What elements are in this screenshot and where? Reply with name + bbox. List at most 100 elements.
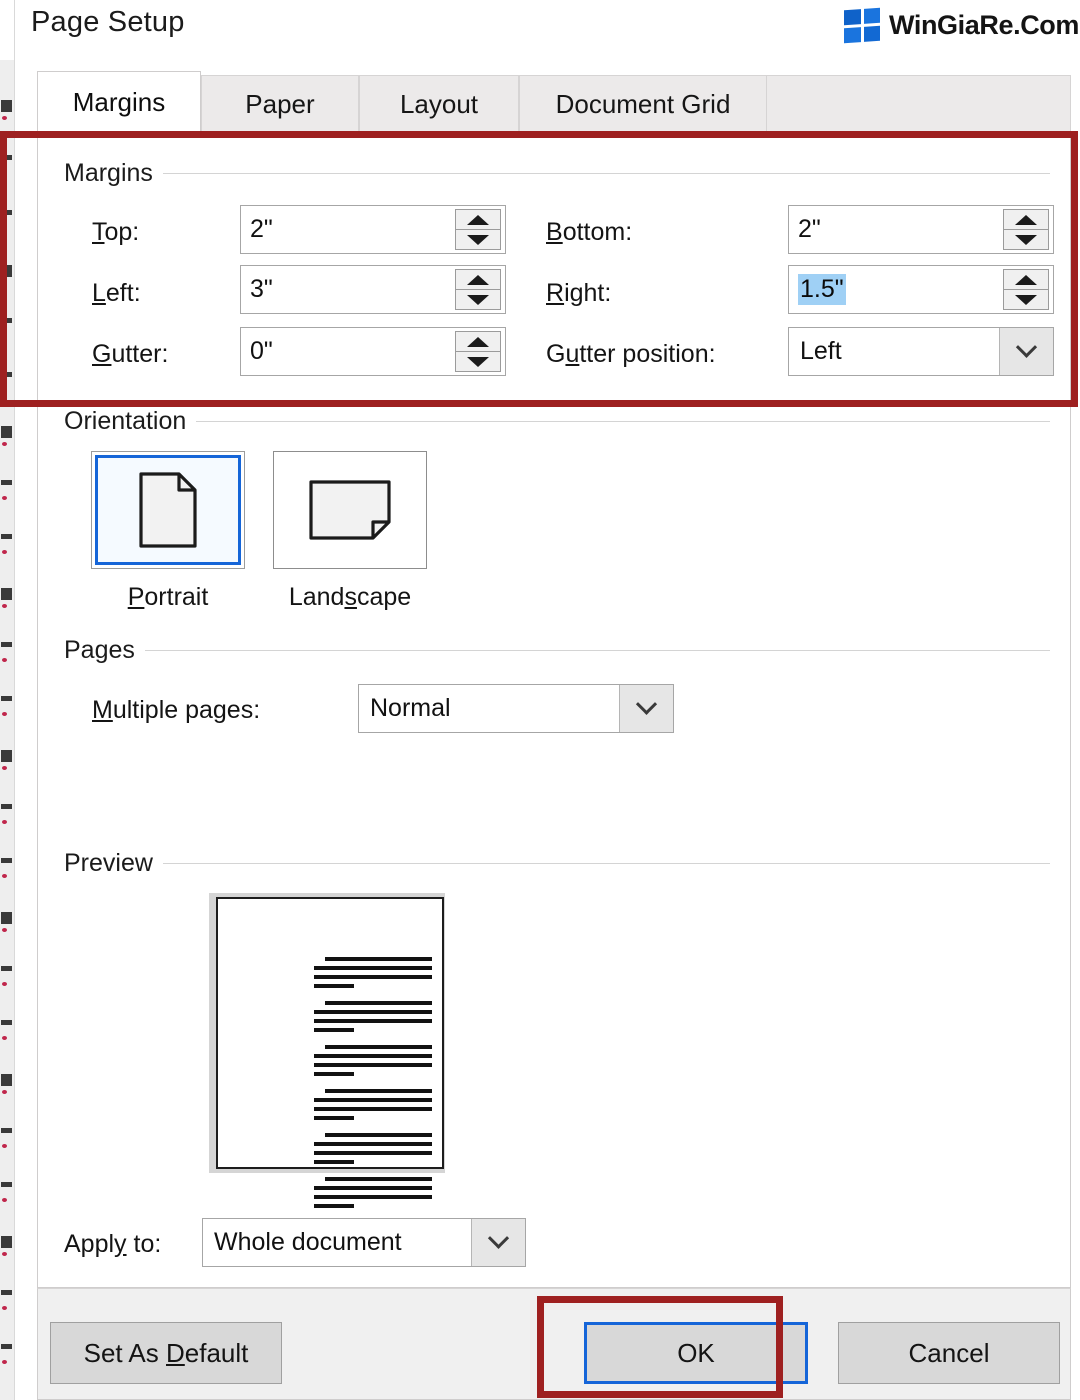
background-text-mark	[1, 480, 12, 485]
preview-text-line	[314, 1072, 354, 1076]
group-rule	[162, 173, 1050, 174]
gutter-spin-buttons[interactable]	[455, 331, 501, 372]
gutter-position-combobox[interactable]: Left	[788, 327, 1054, 376]
background-text-mark	[1, 696, 12, 701]
preview-text-line	[314, 984, 354, 988]
preview-text-line	[325, 1045, 432, 1049]
right-margin-value-wrap[interactable]: 1.5"	[789, 266, 1003, 313]
background-mark-dot	[2, 281, 7, 285]
background-mark-dot	[2, 550, 7, 554]
margins-tab-panel: Margins Top: 2" Bottom: 2" Left: 3" Righ…	[37, 133, 1071, 1288]
left-margin-spin-buttons[interactable]	[455, 269, 501, 310]
spinner-down-arrow-icon[interactable]	[456, 351, 500, 371]
top-margin-value[interactable]: 2"	[241, 206, 455, 253]
apply-to-label: Apply to:	[64, 1230, 162, 1258]
preview-text-line	[314, 1028, 354, 1032]
spinner-up-arrow-icon[interactable]	[456, 270, 500, 289]
background-mark-dot	[2, 171, 7, 175]
gutter-position-label: Gutter position:	[546, 340, 716, 368]
background-text-mark	[1, 1020, 12, 1025]
top-margin-spinbox[interactable]: 2"	[240, 205, 506, 254]
spinner-down-arrow-icon[interactable]	[456, 289, 500, 309]
bottom-margin-spin-buttons[interactable]	[1003, 209, 1049, 250]
margins-group-header: Margins	[64, 159, 1050, 188]
background-mark-dot	[2, 982, 7, 986]
background-mark-dot	[2, 496, 7, 500]
background-text-mark	[1, 426, 12, 438]
page-title: Page Setup	[31, 6, 185, 38]
watermark-label: WinGiaRe.Com	[889, 9, 1079, 40]
chevron-down-icon[interactable]	[619, 685, 673, 732]
spinner-up-arrow-icon[interactable]	[1004, 210, 1048, 229]
bottom-margin-spinbox[interactable]: 2"	[788, 205, 1054, 254]
tab-layout[interactable]: Layout	[359, 75, 519, 133]
left-margin-spinbox[interactable]: 3"	[240, 265, 506, 314]
preview-text-line	[314, 1019, 432, 1023]
chevron-down-icon[interactable]	[471, 1219, 525, 1266]
background-text-mark	[1, 100, 12, 112]
multiple-pages-label: Multiple pages:	[92, 696, 261, 724]
gutter-value[interactable]: 0"	[241, 328, 455, 375]
tab-paper[interactable]: Paper	[201, 75, 359, 133]
spinner-down-arrow-icon[interactable]	[1004, 289, 1048, 309]
orientation-group-label: Orientation	[64, 407, 187, 435]
right-margin-spin-buttons[interactable]	[1003, 269, 1049, 310]
bottom-margin-label: Bottom:	[546, 218, 633, 246]
group-rule	[162, 863, 1050, 864]
cancel-button[interactable]: Cancel	[838, 1322, 1060, 1384]
background-mark-dot	[2, 442, 7, 446]
right-margin-value[interactable]: 1.5"	[798, 274, 846, 305]
set-as-default-button[interactable]: Set As Default	[50, 1322, 282, 1384]
spinner-up-arrow-icon[interactable]	[1004, 270, 1048, 289]
right-margin-spinbox[interactable]: 1.5"	[788, 265, 1054, 314]
background-mark-dot	[2, 712, 7, 716]
background-text-mark	[1, 372, 12, 377]
orientation-option-portrait[interactable]	[91, 451, 245, 569]
dialog-title-bar: Page Setup WinGiaRe.Com	[15, 0, 1080, 60]
apply-to-value[interactable]: Whole document	[203, 1219, 471, 1266]
background-mark-dot	[2, 874, 7, 878]
background-mark-dot	[2, 1252, 7, 1256]
preview-text-line	[314, 975, 432, 979]
orientation-option-landscape[interactable]	[273, 451, 427, 569]
group-rule	[144, 650, 1050, 651]
tab-margins[interactable]: Margins	[37, 71, 201, 133]
background-mark-dot	[2, 820, 7, 824]
chevron-down-icon[interactable]	[999, 328, 1053, 375]
preview-text-line	[314, 1054, 432, 1058]
background-text-mark	[1, 534, 12, 539]
background-mark-dot	[2, 1306, 7, 1310]
left-margin-value[interactable]: 3"	[241, 266, 455, 313]
preview-text-line	[325, 957, 432, 961]
group-rule	[196, 421, 1050, 422]
apply-to-combobox[interactable]: Whole document	[202, 1218, 526, 1267]
spinner-up-arrow-icon[interactable]	[456, 332, 500, 351]
gutter-spinbox[interactable]: 0"	[240, 327, 506, 376]
preview-text-line	[314, 1151, 432, 1155]
orientation-label-portrait: Portrait	[127, 583, 209, 611]
preview-group-label: Preview	[64, 849, 153, 877]
background-text-mark	[1, 318, 12, 323]
top-margin-spin-buttons[interactable]	[455, 209, 501, 250]
background-text-mark	[1, 642, 12, 647]
multiple-pages-value[interactable]: Normal	[359, 685, 619, 732]
spinner-down-arrow-icon[interactable]	[456, 229, 500, 249]
background-text-mark	[1, 155, 12, 160]
preview-text-line	[314, 1098, 432, 1102]
background-text-mark	[1, 1236, 12, 1248]
background-mark-dot	[2, 1198, 7, 1202]
background-mark-dot	[2, 928, 7, 932]
margins-group-label: Margins	[64, 159, 153, 187]
preview-text-line	[314, 1010, 432, 1014]
preview-text-line	[325, 1089, 432, 1093]
orientation-group-header: Orientation	[64, 407, 1050, 436]
gutter-position-value[interactable]: Left	[789, 328, 999, 375]
multiple-pages-combobox[interactable]: Normal	[358, 684, 674, 733]
portrait-page-icon	[139, 472, 197, 548]
preview-text-line	[314, 1160, 354, 1164]
spinner-down-arrow-icon[interactable]	[1004, 229, 1048, 249]
tab-document-grid[interactable]: Document Grid	[519, 75, 767, 133]
spinner-up-arrow-icon[interactable]	[456, 210, 500, 229]
bottom-margin-value[interactable]: 2"	[789, 206, 1003, 253]
ok-button[interactable]: OK	[584, 1322, 808, 1384]
